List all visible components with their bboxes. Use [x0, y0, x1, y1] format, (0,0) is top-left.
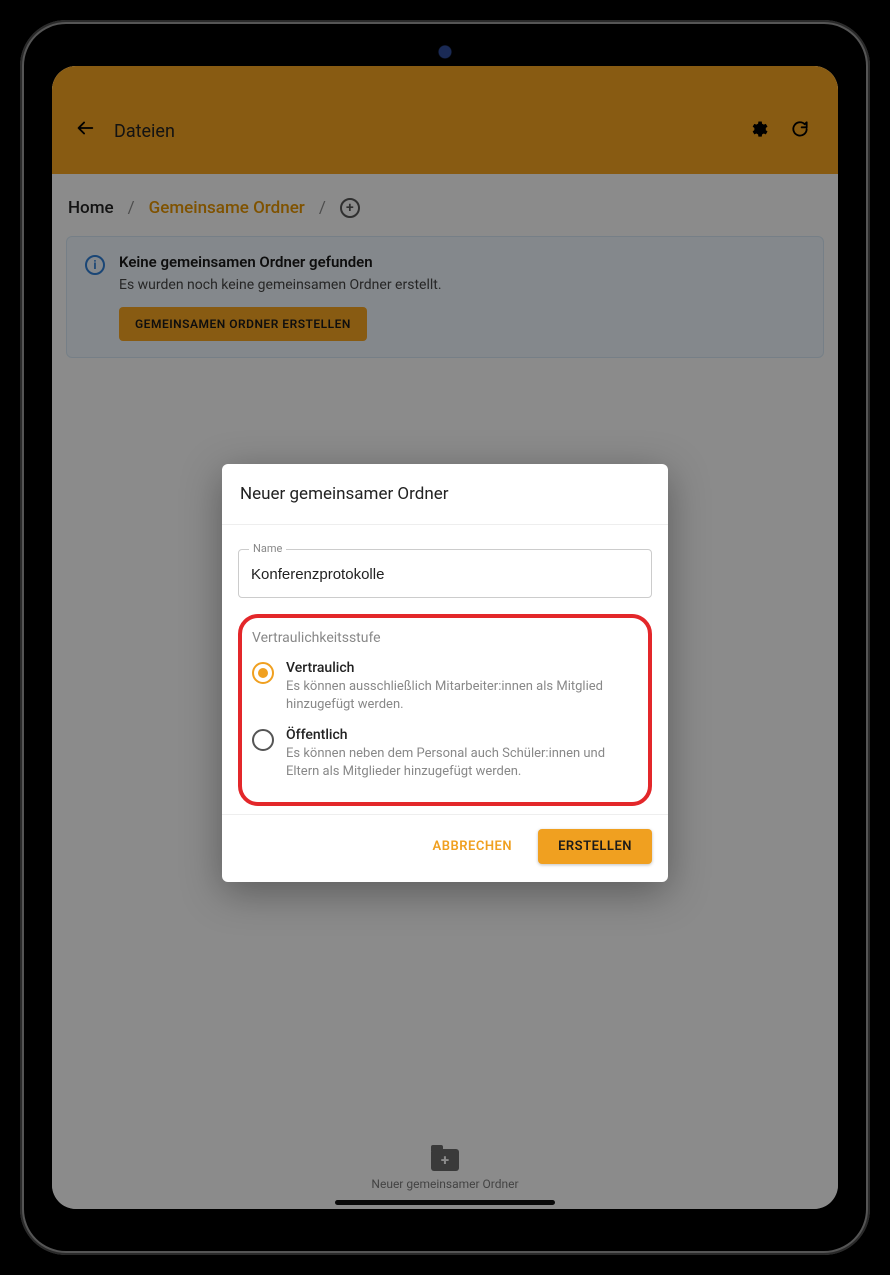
confidentiality-group: Vertraulichkeitsstufe Vertraulich Es kön… [238, 614, 652, 806]
radio-title: Vertraulich [286, 660, 638, 676]
screen: Dateien Home / Gemeinsame Ordner [52, 66, 838, 1209]
create-button[interactable]: ERSTELLEN [538, 829, 652, 864]
radio-confidential[interactable]: Vertraulich Es können ausschließlich Mit… [250, 656, 640, 723]
radio-title: Öffentlich [286, 727, 638, 743]
modal-actions: ABBRECHEN ERSTELLEN [222, 814, 668, 882]
modal-body: Name Vertraulichkeitsstufe Vertraulich E… [222, 525, 668, 814]
confidentiality-label: Vertraulichkeitsstufe [252, 630, 638, 646]
name-field[interactable]: Name [238, 549, 652, 598]
name-input[interactable] [251, 566, 639, 583]
camera-dot [434, 42, 456, 64]
radio-icon[interactable] [252, 729, 274, 751]
radio-icon[interactable] [252, 662, 274, 684]
radio-desc: Es können neben dem Personal auch Schüle… [286, 745, 638, 780]
tablet-frame: Dateien Home / Gemeinsame Ordner [20, 20, 870, 1255]
cancel-button[interactable]: ABBRECHEN [419, 829, 527, 864]
name-label: Name [249, 542, 286, 555]
new-folder-modal: Neuer gemeinsamer Ordner Name Vertraulic… [222, 464, 668, 882]
radio-desc: Es können ausschließlich Mitarbeiter:inn… [286, 678, 638, 713]
modal-title: Neuer gemeinsamer Ordner [222, 464, 668, 525]
radio-public[interactable]: Öffentlich Es können neben dem Personal … [250, 723, 640, 790]
